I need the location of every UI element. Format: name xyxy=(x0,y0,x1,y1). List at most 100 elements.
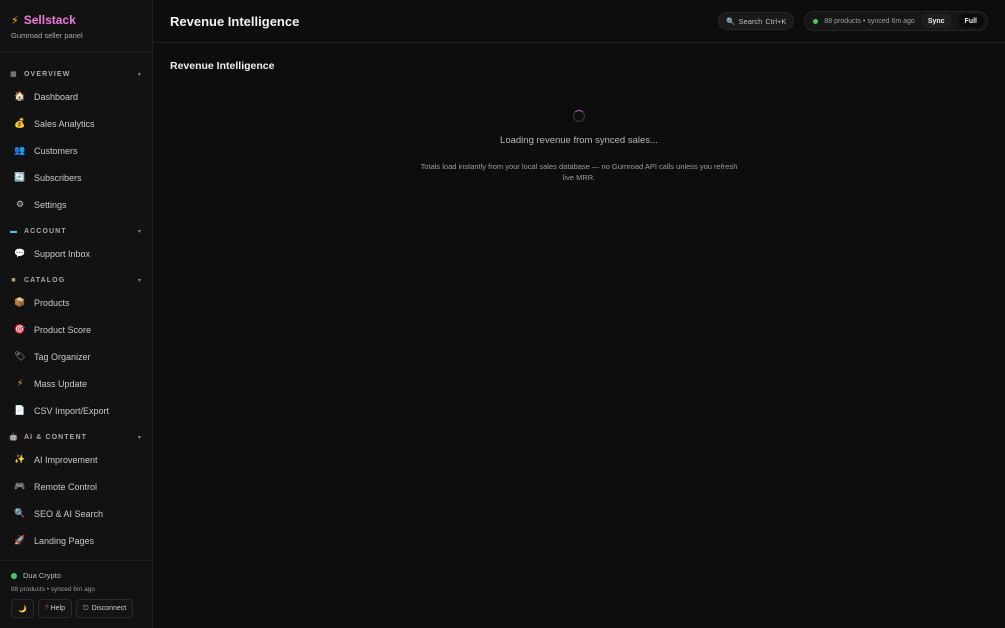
chart-icon: ▦ xyxy=(10,71,18,78)
section-catalog[interactable]: ■ CATALOG ▾ xyxy=(0,271,152,289)
chevron-down-icon: ▾ xyxy=(137,71,142,78)
sidebar-item-label: Settings xyxy=(34,199,67,210)
sidebar-item-products[interactable]: 📦 Products xyxy=(0,289,152,316)
help-button[interactable]: ? Help xyxy=(37,599,73,618)
sync-status-pill: 88 products • synced 6m ago Sync Full xyxy=(804,11,988,31)
section-label: AI & CONTENT xyxy=(24,433,87,441)
store-sync-status: 88 products • synced 6m ago xyxy=(11,586,95,593)
status-dot-icon xyxy=(813,18,819,24)
sidebar-item-mass-update[interactable]: ⚡ Mass Update xyxy=(0,370,152,397)
robot-icon: 🤖 xyxy=(9,434,19,441)
magnifier-icon: 🔍 xyxy=(14,508,26,518)
sidebar-item-label: Products xyxy=(34,297,70,308)
sidebar-item-label: Support Inbox xyxy=(34,248,91,259)
target-icon: 🎯 xyxy=(14,324,26,334)
sync-status-text: 88 products • synced 6m ago xyxy=(824,17,915,25)
app-root: ⚡ Sellstack Gumroad seller panel ▦ OVERV… xyxy=(0,0,1005,628)
rocket-icon: 🚀 xyxy=(14,535,26,545)
section-title: Revenue Intelligence xyxy=(170,60,275,72)
sidebar-item-settings[interactable]: ⚙ Settings xyxy=(0,191,152,218)
spinner-icon xyxy=(573,110,585,122)
sidebar-item-landing-pages[interactable]: 🚀 Landing Pages xyxy=(0,527,152,554)
sidebar-item-label: Sales Analytics xyxy=(34,118,95,129)
sparkles-icon: ✨ xyxy=(14,454,26,464)
sidebar-item-tag-organizer[interactable]: 🏷 Tag Organizer xyxy=(0,343,152,370)
loading-text: Loading revenue from synced sales... xyxy=(500,135,658,146)
sidebar-item-subscribers[interactable]: 🔄 Subscribers xyxy=(0,164,152,191)
disconnect-button[interactable]: ⎋ Disconnect xyxy=(76,599,134,618)
tag-icon: 🏷 xyxy=(14,351,26,361)
sidebar-item-remote-control[interactable]: 🎮 Remote Control xyxy=(0,473,152,500)
moon-icon: 🌙 xyxy=(18,605,27,613)
store-status: Dua Crypto xyxy=(11,571,141,580)
question-icon: ? xyxy=(44,605,49,612)
main-area: Revenue Intelligence 🔍 Search Ctrl+K 88 p… xyxy=(153,0,1005,628)
brand-name: Sellstack xyxy=(23,13,76,27)
sidebar-item-label: Customers xyxy=(34,145,78,156)
document-icon: 📄 xyxy=(14,405,26,415)
sidebar-item-customers[interactable]: 👥 Customers xyxy=(0,137,152,164)
section-label: ACCOUNT xyxy=(24,227,67,235)
box-icon: ■ xyxy=(11,276,17,284)
sidebar-item-label: Mass Update xyxy=(34,378,88,389)
sidebar-item-csv-import-export[interactable]: 📄 CSV Import/Export xyxy=(0,397,152,424)
full-sync-button[interactable]: Full xyxy=(957,14,984,28)
sidebar-item-dashboard[interactable]: 🏠 Dashboard xyxy=(0,83,152,110)
sidebar-item-ai-improvement[interactable]: ✨ AI Improvement xyxy=(0,446,152,473)
section-account[interactable]: ▬ ACCOUNT ▾ xyxy=(0,222,152,240)
loading-note: Totals load instantly from your local sa… xyxy=(420,162,738,182)
sidebar-item-label: Dashboard xyxy=(34,91,79,102)
search-shortcut: Ctrl+K xyxy=(765,16,787,26)
search-label: Search xyxy=(738,16,763,26)
sync-button[interactable]: Sync xyxy=(920,14,952,28)
chat-icon: 💬 xyxy=(14,248,26,258)
sidebar-item-label: Tag Organizer xyxy=(34,351,91,362)
sidebar-item-label: Subscribers xyxy=(34,172,82,183)
status-dot-icon xyxy=(11,572,17,579)
section-label: CATALOG xyxy=(24,276,66,284)
bolt-icon: ⚡ xyxy=(16,378,24,388)
brand-title[interactable]: ⚡ Sellstack xyxy=(11,13,141,27)
theme-toggle-button[interactable]: 🌙 xyxy=(11,599,34,618)
section-ai-content[interactable]: 🤖 AI & CONTENT ▾ xyxy=(0,428,152,446)
disconnect-label: Disconnect xyxy=(91,605,127,612)
topbar: Revenue Intelligence 🔍 Search Ctrl+K 88 p… xyxy=(153,0,1005,43)
disconnect-icon: ⎋ xyxy=(83,604,89,612)
search-icon: 🔍 xyxy=(726,16,736,26)
sidebar-item-label: AI Improvement xyxy=(34,454,98,465)
loading-state: Loading revenue from synced sales... Tot… xyxy=(153,110,1005,183)
sidebar-item-label: SEO & AI Search xyxy=(34,508,104,519)
sidebar-item-support-inbox[interactable]: 💬 Support Inbox xyxy=(0,240,152,267)
sidebar-footer: Dua Crypto 88 products • synced 6m ago 🌙… xyxy=(0,560,152,628)
sidebar-item-label: Product Score xyxy=(34,324,92,335)
section-label: OVERVIEW xyxy=(24,70,71,78)
package-icon: 📦 xyxy=(14,297,26,307)
gamepad-icon: 🎮 xyxy=(14,481,26,491)
sidebar-item-seo-ai-search[interactable]: 🔍 SEO & AI Search xyxy=(0,500,152,527)
section-overview[interactable]: ▦ OVERVIEW ▾ xyxy=(0,65,152,83)
home-icon: 🏠 xyxy=(14,91,26,101)
sidebar-item-product-score[interactable]: 🎯 Product Score xyxy=(0,316,152,343)
bolt-icon: ⚡ xyxy=(11,14,19,27)
chevron-down-icon: ▾ xyxy=(137,434,142,441)
footer-buttons: 🌙 ? Help ⎋ Disconnect xyxy=(11,599,141,618)
sidebar-item-label: CSV Import/Export xyxy=(34,405,110,416)
page-title: Revenue Intelligence xyxy=(170,13,300,29)
chevron-down-icon: ▾ xyxy=(137,277,142,284)
brand-subtitle: Gumroad seller panel xyxy=(11,31,83,40)
help-label: Help xyxy=(50,605,66,612)
card-icon: ▬ xyxy=(9,227,19,235)
chevron-down-icon: ▾ xyxy=(137,228,142,235)
topbar-actions: 🔍 Search Ctrl+K 88 products • synced 6m a… xyxy=(718,11,988,31)
sidebar-nav: ▦ OVERVIEW ▾ 🏠 Dashboard 💰 Sales Analytics… xyxy=(0,52,152,560)
search-button[interactable]: 🔍 Search Ctrl+K xyxy=(718,12,795,30)
money-bag-icon: 💰 xyxy=(14,118,26,128)
sidebar-item-sales-analytics[interactable]: 💰 Sales Analytics xyxy=(0,110,152,137)
users-icon: 👥 xyxy=(14,145,26,155)
sidebar: ⚡ Sellstack Gumroad seller panel ▦ OVERV… xyxy=(0,0,153,628)
sidebar-item-label: Landing Pages xyxy=(34,535,95,546)
store-name: Dua Crypto xyxy=(23,571,61,580)
content-panel: Revenue Intelligence Loading revenue fro… xyxy=(153,43,1005,628)
refresh-icon: 🔄 xyxy=(14,172,26,182)
sidebar-item-label: Remote Control xyxy=(34,481,98,492)
